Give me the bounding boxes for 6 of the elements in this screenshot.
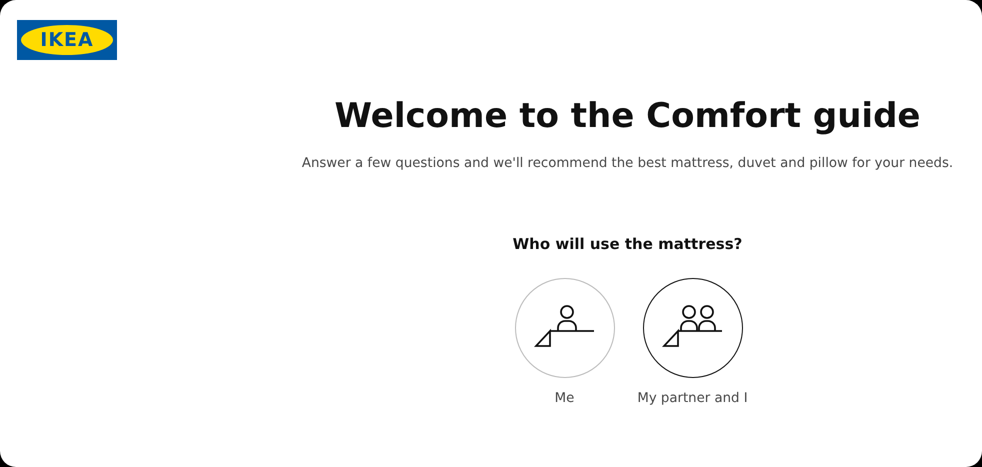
- page-title: Welcome to the Comfort guide: [334, 96, 920, 136]
- subtitle: Answer a few questions and we'll recommend the best mattress, duvet and pillow for your needs.: [302, 156, 954, 171]
- logo[interactable]: IKEA: [17, 20, 117, 60]
- question: Who will use the mattress?: [512, 235, 742, 253]
- option-label: Me: [554, 391, 574, 406]
- option-label: My partner and I: [637, 391, 748, 406]
